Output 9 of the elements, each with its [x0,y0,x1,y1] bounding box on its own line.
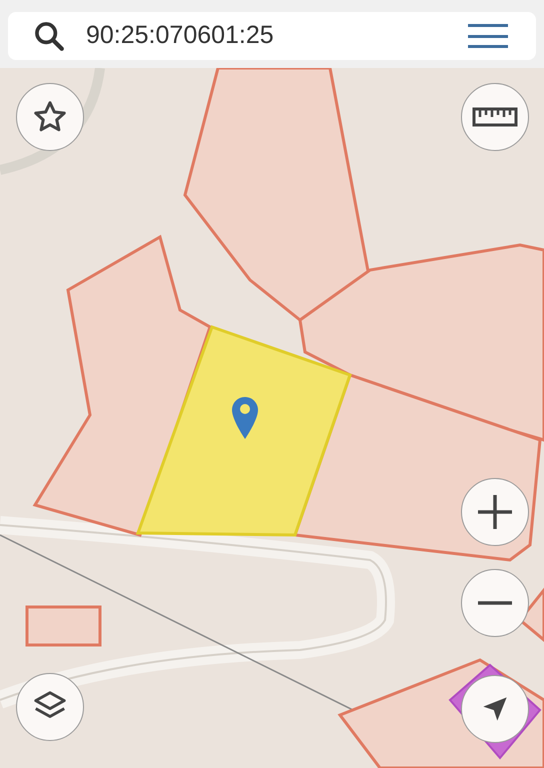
search-input[interactable]: 90:25:070601:25 [86,17,468,55]
plus-icon [476,493,514,531]
minus-icon [476,600,514,606]
menu-button[interactable] [468,21,508,51]
ruler-icon [472,107,518,127]
search-icon [32,19,66,53]
navigation-arrow-icon [481,695,509,723]
search-field[interactable]: 90:25:070601:25 [8,12,536,60]
map-pin-icon [231,396,259,440]
